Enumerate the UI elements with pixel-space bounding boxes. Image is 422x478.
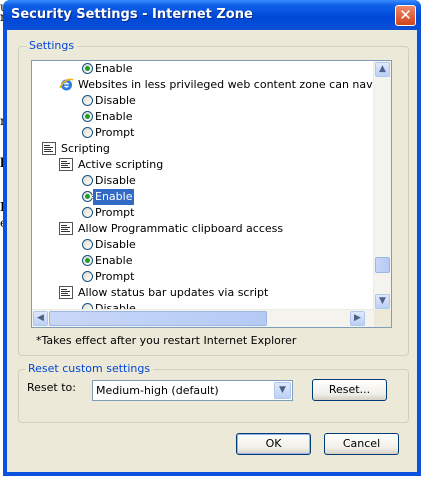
scroll-up-button[interactable]: ▲ — [375, 62, 390, 77]
radio-unselected[interactable] — [82, 95, 93, 106]
radio-unselected[interactable] — [82, 207, 93, 218]
setting-document-icon — [59, 158, 73, 171]
cancel-button[interactable]: Cancel — [324, 433, 399, 455]
tree-item-label: Enable — [95, 62, 133, 75]
radio-selected[interactable] — [82, 191, 93, 202]
scroll-right-button[interactable]: ▶ — [350, 311, 365, 326]
horizontal-scrollbar[interactable]: ◀ ▶ — [32, 309, 391, 327]
reset-level-value: Medium-high (default) — [96, 384, 219, 397]
reset-level-select[interactable]: Medium-high (default) ▼ — [92, 380, 293, 401]
tree-setting-header: Allow status bar updates via script — [32, 285, 372, 301]
scroll-down-button[interactable]: ▼ — [375, 294, 390, 309]
scroll-left-icon: ◀ — [37, 313, 44, 323]
reset-button[interactable]: Reset... — [312, 379, 387, 401]
tree-item-label: Disable — [95, 94, 136, 107]
tree-option-disable[interactable]: Disable — [32, 237, 372, 253]
close-button[interactable]: ✕ — [395, 5, 416, 26]
title-bar[interactable]: Security Settings - Internet Zone ✕ — [3, 0, 421, 30]
reset-group-label: Reset custom settings — [25, 362, 154, 375]
horizontal-scroll-thumb[interactable] — [49, 311, 267, 326]
settings-tree[interactable]: Enable Websites in less privileged web co… — [31, 60, 392, 328]
radio-unselected[interactable] — [82, 239, 93, 250]
tree-option-disable[interactable]: Disable — [32, 173, 372, 189]
radio-selected[interactable] — [82, 111, 93, 122]
vertical-scrollbar[interactable]: ▲ ▼ — [373, 61, 391, 310]
tree-item-label: Prompt — [95, 126, 135, 139]
setting-document-icon — [42, 142, 56, 155]
tree-item-label: Enable — [95, 254, 133, 267]
ok-button[interactable]: OK — [236, 433, 311, 455]
dropdown-button[interactable]: ▼ — [274, 382, 291, 399]
radio-unselected[interactable] — [82, 271, 93, 282]
ie-icon — [59, 77, 74, 92]
tree-option-enable[interactable]: Enable — [32, 109, 372, 125]
tree-setting-header: Allow Programmatic clipboard access — [32, 221, 372, 237]
reset-to-label: Reset to: — [27, 381, 76, 394]
tree-item-label: Active scripting — [78, 158, 164, 171]
restart-note: *Takes effect after you restart Internet… — [36, 334, 297, 347]
scroll-left-button[interactable]: ◀ — [33, 311, 48, 326]
tree-item-label: Disable — [95, 238, 136, 251]
vertical-scroll-thumb[interactable] — [375, 257, 390, 273]
dialog-title: Security Settings - Internet Zone — [11, 7, 253, 22]
tree-setting-header: Websites in less privileged web content … — [32, 77, 391, 93]
scroll-up-icon: ▲ — [379, 64, 386, 74]
tree-item-label: Allow Programmatic clipboard access — [78, 222, 284, 235]
radio-selected[interactable] — [82, 63, 93, 74]
tree-item-label: Allow status bar updates via script — [78, 286, 269, 299]
settings-group-label: Settings — [26, 39, 78, 52]
tree-option-disable[interactable]: Disable — [32, 93, 372, 109]
tree-option-prompt[interactable]: Prompt — [32, 269, 372, 285]
tree-item-label: Websites in less privileged web content … — [78, 78, 392, 91]
setting-document-icon — [59, 222, 73, 235]
scroll-corner — [374, 310, 391, 327]
setting-document-icon — [59, 286, 73, 299]
tree-item-label: Scripting — [61, 142, 110, 155]
tree-item-label: Prompt — [95, 206, 135, 219]
tree-option-prompt[interactable]: Prompt — [32, 125, 372, 141]
chevron-down-icon: ▼ — [279, 385, 286, 395]
tree-option-enable[interactable]: Enable — [32, 61, 372, 77]
tree-option-enable[interactable]: Enable — [32, 188, 372, 206]
tree-setting-header: Active scripting — [32, 157, 372, 173]
close-icon: ✕ — [399, 6, 412, 24]
tree-option-enable[interactable]: Enable — [32, 253, 372, 269]
scroll-right-icon: ▶ — [354, 313, 361, 323]
tree-category: Scripting — [32, 141, 372, 157]
radio-selected[interactable] — [82, 255, 93, 266]
security-settings-dialog: Security Settings - Internet Zone ✕ Sett… — [3, 0, 421, 476]
tree-item-label: Prompt — [95, 270, 135, 283]
tree-item-label: Enable — [91, 188, 136, 206]
radio-unselected[interactable] — [82, 175, 93, 186]
radio-unselected[interactable] — [82, 127, 93, 138]
tree-option-prompt[interactable]: Prompt — [32, 205, 372, 221]
tree-item-label: Enable — [95, 110, 133, 123]
tree-item-label: Disable — [95, 174, 136, 187]
scroll-down-icon: ▼ — [379, 296, 386, 306]
